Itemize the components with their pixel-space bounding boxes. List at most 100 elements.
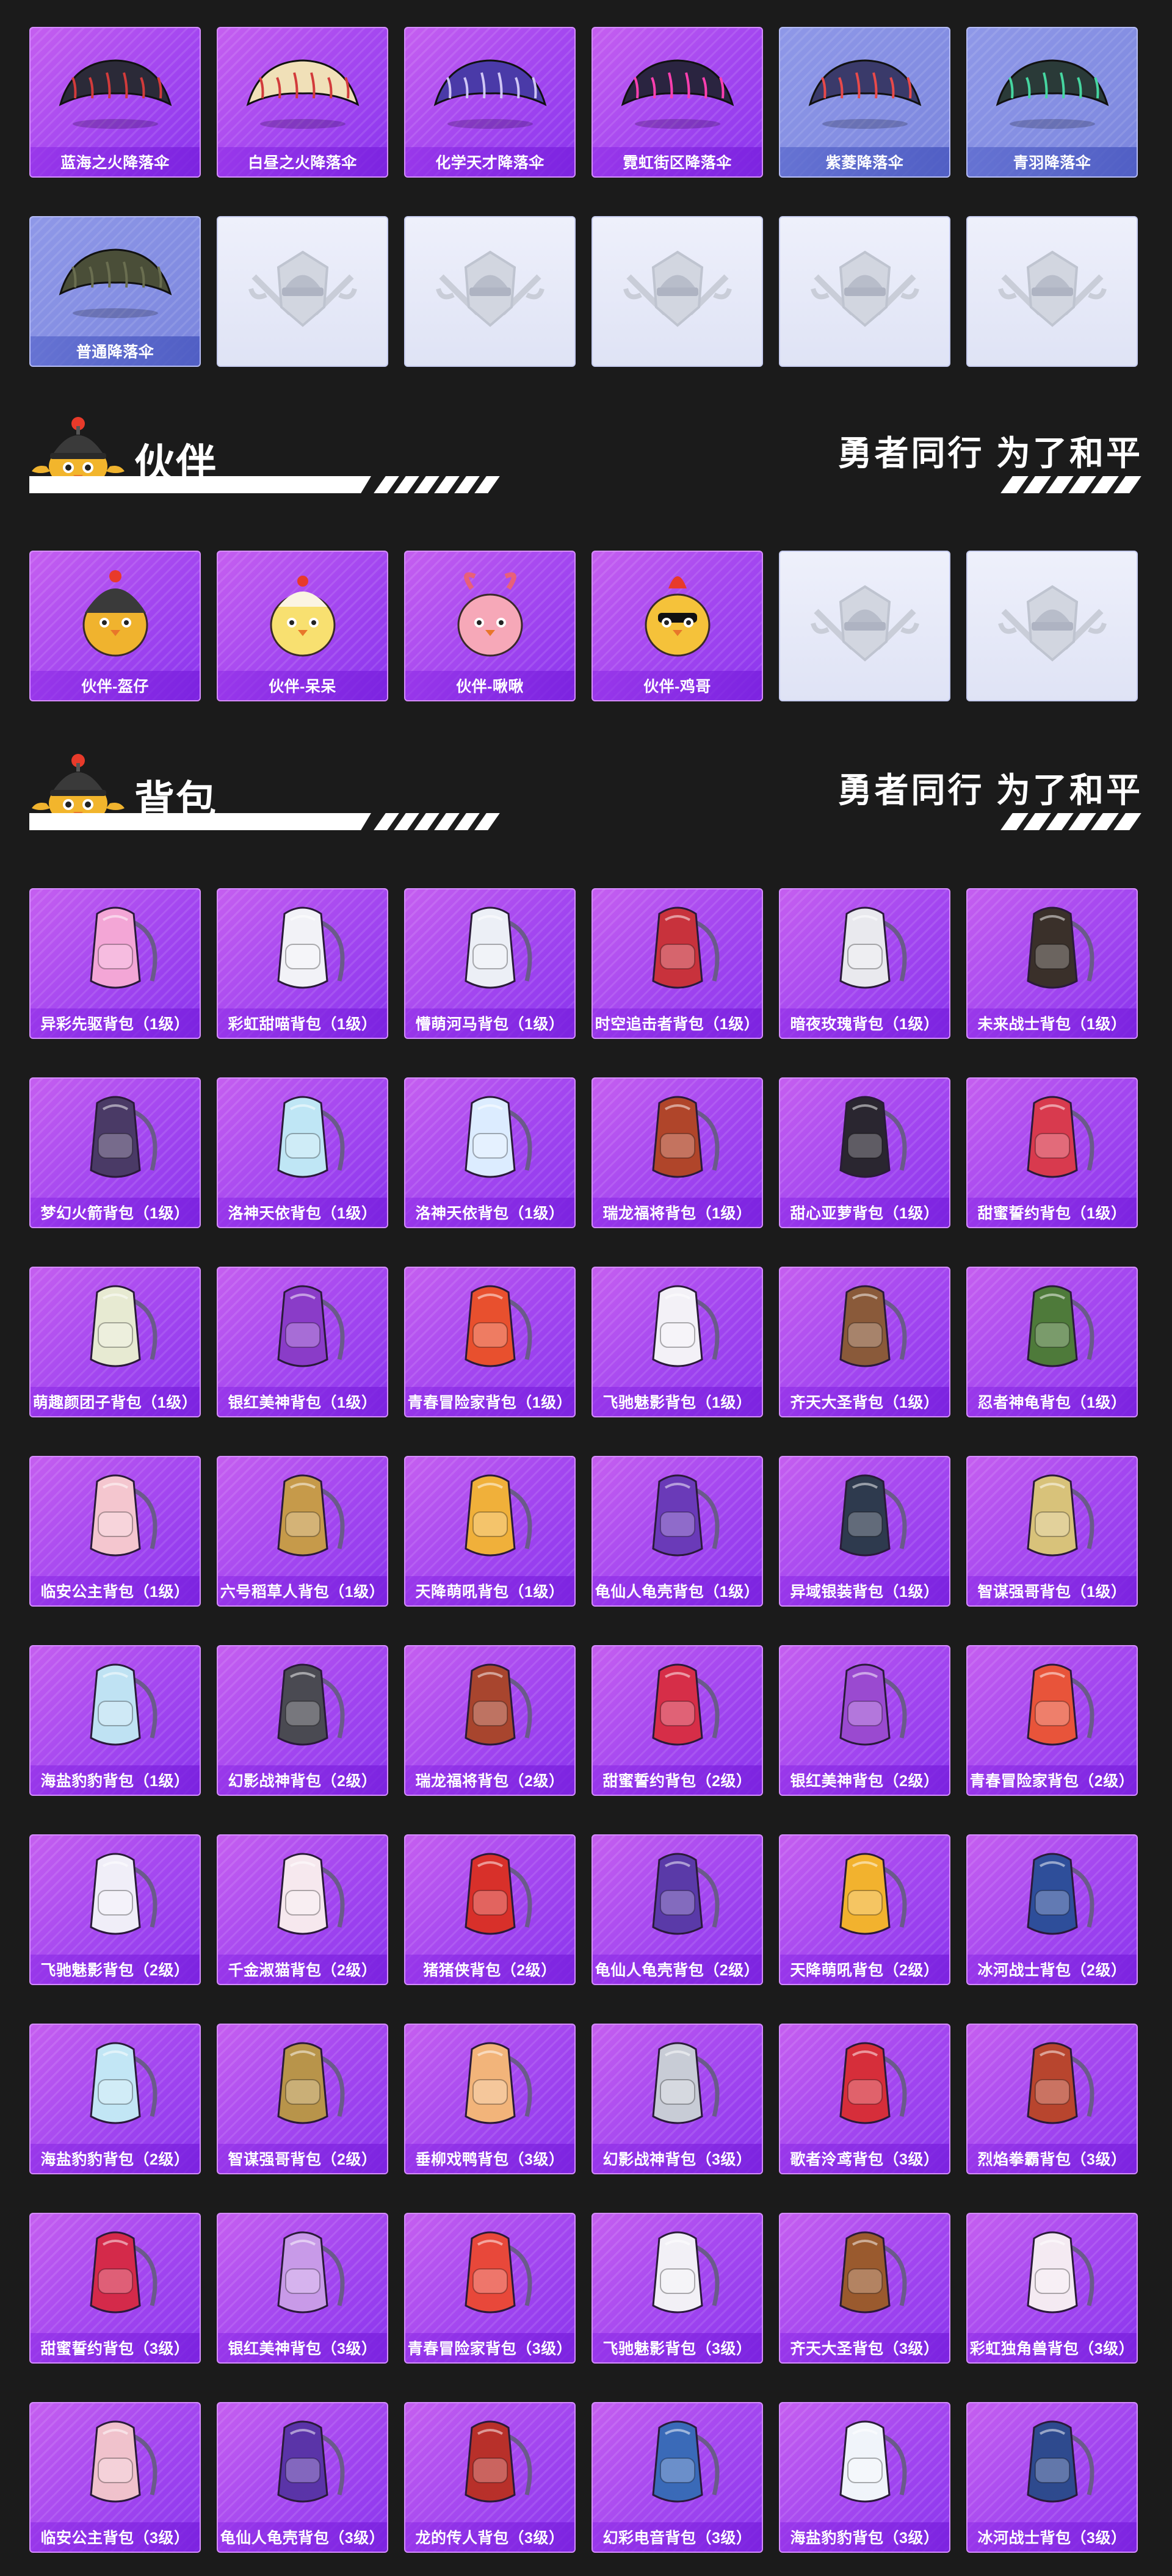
backpack-card-label: 萌趣颜团子背包（1级） <box>31 1387 200 1416</box>
backpack-card[interactable]: 彩虹甜喵背包（1级） <box>217 888 388 1039</box>
companion-card[interactable]: 伙伴-鸡哥 <box>591 551 763 701</box>
backpack-card[interactable]: 时空追击者背包（1级） <box>591 888 763 1039</box>
parachute-card[interactable] <box>966 216 1138 367</box>
backpack-card[interactable]: 瑞龙福将背包（2级） <box>404 1645 576 1796</box>
backpack-card[interactable]: 智谋强哥背包（2级） <box>217 2024 388 2174</box>
backpack-card[interactable]: 六号稻草人背包（1级） <box>217 1456 388 1607</box>
backpack-card[interactable]: 天降萌吼背包（1级） <box>404 1456 576 1607</box>
backpack-card[interactable]: 海盐豹豹背包（1级） <box>29 1645 201 1796</box>
parachute-card[interactable]: 霓虹街区降落伞 <box>591 27 763 178</box>
backpack-card[interactable]: 甜蜜誓约背包（3级） <box>29 2213 201 2364</box>
section-slogan: 勇者同行 为了和平 <box>837 771 1143 809</box>
backpack-card[interactable]: 临安公主背包（3级） <box>29 2402 201 2553</box>
backpack-card[interactable]: 齐天大圣背包（1级） <box>779 1267 950 1417</box>
backpack-card[interactable]: 冰河战士背包（3级） <box>966 2402 1138 2553</box>
backpack-card[interactable]: 龟仙人龟壳背包（3级） <box>217 2402 388 2553</box>
backpack-icon <box>277 2231 344 2313</box>
backpack-icon <box>277 1096 344 1178</box>
backpack-card[interactable]: 异域银装背包（1级） <box>779 1456 950 1607</box>
backpack-card[interactable]: 龙的传人背包（3级） <box>404 2402 576 2553</box>
parachute-card[interactable]: 化学天才降落伞 <box>404 27 576 178</box>
backpack-card[interactable]: 海盐豹豹背包（3级） <box>779 2402 950 2553</box>
backpack-card[interactable]: 银红美神背包（2级） <box>779 1645 950 1796</box>
backpack-card[interactable]: 歌者泠鸢背包（3级） <box>779 2024 950 2174</box>
parachute-card[interactable]: 紫菱降落伞 <box>779 27 950 178</box>
backpack-card[interactable]: 飞驰魅影背包（2级） <box>29 1834 201 1985</box>
backpack-card[interactable]: 猪猪侠背包（2级） <box>404 1834 576 1985</box>
backpack-card[interactable]: 飞驰魅影背包（3级） <box>591 2213 763 2364</box>
backpack-card[interactable]: 临安公主背包（1级） <box>29 1456 201 1607</box>
backpack-icon <box>651 1096 719 1178</box>
backpack-card[interactable]: 暗夜玫瑰背包（1级） <box>779 888 950 1039</box>
backpack-card[interactable]: 垂柳戏鸭背包（3级） <box>404 2024 576 2174</box>
backpack-card[interactable]: 未来战士背包（1级） <box>966 888 1138 1039</box>
backpack-icon <box>89 2042 157 2124</box>
backpack-card[interactable]: 青春冒险家背包（3级） <box>404 2213 576 2364</box>
parachute-card[interactable]: 白昼之火降落伞 <box>217 27 388 178</box>
parachute-card[interactable] <box>404 216 576 367</box>
companion-card[interactable]: 伙伴-盔仔 <box>29 551 201 701</box>
backpack-card[interactable]: 银红美神背包（1级） <box>217 1267 388 1417</box>
backpack-icon <box>464 1663 532 1745</box>
backpack-card-label: 彩虹甜喵背包（1级） <box>218 1008 387 1038</box>
backpack-icon <box>839 1285 906 1367</box>
backpack-card[interactable]: 冰河战士背包（2级） <box>966 1834 1138 1985</box>
backpack-card[interactable]: 洛神天依背包（1级） <box>404 1077 576 1228</box>
backpack-card[interactable]: 梦幻火箭背包（1级） <box>29 1077 201 1228</box>
backpack-card[interactable]: 龟仙人龟壳背包（2级） <box>591 1834 763 1985</box>
parachute-card[interactable]: 青羽降落伞 <box>966 27 1138 178</box>
companion-card[interactable]: 伙伴-啾啾 <box>404 551 576 701</box>
backpack-card[interactable]: 甜心亚萝背包（1级） <box>779 1077 950 1228</box>
parachute-dark-red-icon <box>59 59 172 129</box>
backpack-icon <box>839 1853 906 1934</box>
parachute-neon-icon <box>621 59 734 129</box>
pubg-emblem-placeholder-icon <box>623 250 732 327</box>
backpack-card[interactable]: 萌趣颜团子背包（1级） <box>29 1267 201 1417</box>
backpack-card-label: 银红美神背包（3级） <box>218 2333 387 2362</box>
header-decor-stripes <box>1000 813 1141 830</box>
backpack-card[interactable]: 齐天大圣背包（3级） <box>779 2213 950 2364</box>
backpack-card[interactable]: 海盐豹豹背包（2级） <box>29 2024 201 2174</box>
backpack-card-label: 齐天大圣背包（1级） <box>780 1387 949 1416</box>
backpack-icon <box>651 1285 719 1367</box>
backpack-card-label: 忍者神龟背包（1级） <box>968 1387 1137 1416</box>
backpack-card[interactable]: 彩虹独角兽背包（3级） <box>966 2213 1138 2364</box>
parachute-card[interactable]: 普通降落伞 <box>29 216 201 367</box>
parachute-card[interactable] <box>217 216 388 367</box>
backpack-card[interactable]: 龟仙人龟壳背包（1级） <box>591 1456 763 1607</box>
backpack-card[interactable]: 异彩先驱背包（1级） <box>29 888 201 1039</box>
companion-card[interactable] <box>779 551 950 701</box>
backpack-card[interactable]: 懵萌河马背包（1级） <box>404 888 576 1039</box>
backpack-card[interactable]: 幻影战神背包（2级） <box>217 1645 388 1796</box>
backpack-card-label: 幻彩电音背包（3级） <box>593 2522 762 2552</box>
backpack-card[interactable]: 甜蜜誓约背包（2级） <box>591 1645 763 1796</box>
backpack-card-label: 飞驰魅影背包（2级） <box>31 1955 200 1984</box>
backpack-card[interactable]: 飞驰魅影背包（1级） <box>591 1267 763 1417</box>
backpack-card[interactable]: 天降萌吼背包（2级） <box>779 1834 950 1985</box>
backpack-card-label: 梦幻火箭背包（1级） <box>31 1198 200 1227</box>
backpack-card[interactable]: 青春冒险家背包（2级） <box>966 1645 1138 1796</box>
backpack-card[interactable]: 瑞龙福将背包（1级） <box>591 1077 763 1228</box>
companion-card-label: 伙伴-盔仔 <box>31 671 200 700</box>
header-decor-stripes <box>1000 476 1141 493</box>
backpack-icon <box>464 1096 532 1178</box>
parachute-card-label: 普通降落伞 <box>31 336 200 366</box>
companion-card[interactable]: 伙伴-呆呆 <box>217 551 388 701</box>
parachute-card[interactable]: 蓝海之火降落伞 <box>29 27 201 178</box>
backpack-card[interactable]: 青春冒险家背包（1级） <box>404 1267 576 1417</box>
backpack-card[interactable]: 忍者神龟背包（1级） <box>966 1267 1138 1417</box>
backpack-card[interactable]: 烈焰拳霸背包（3级） <box>966 2024 1138 2174</box>
parachute-card[interactable] <box>591 216 763 367</box>
backpack-card[interactable]: 甜蜜誓约背包（1级） <box>966 1077 1138 1228</box>
parachute-card[interactable] <box>779 216 950 367</box>
backpack-card[interactable]: 幻彩电音背包（3级） <box>591 2402 763 2553</box>
backpack-card[interactable]: 幻影战神背包（3级） <box>591 2024 763 2174</box>
backpack-grid: 异彩先驱背包（1级） 彩虹甜喵背包（1级） 懵萌河马背包（1级） 时空追击者背包（1级… <box>29 888 1138 2553</box>
companion-card[interactable] <box>966 551 1138 701</box>
backpack-card[interactable]: 智谋强哥背包（1级） <box>966 1456 1138 1607</box>
backpack-card[interactable]: 千金淑猫背包（2级） <box>217 1834 388 1985</box>
backpack-card[interactable]: 银红美神背包（3级） <box>217 2213 388 2364</box>
backpack-card[interactable]: 洛神天依背包（1级） <box>217 1077 388 1228</box>
parachute-card-label: 蓝海之火降落伞 <box>31 147 200 176</box>
backpack-card-label: 幻影战神背包（3级） <box>593 2144 762 2173</box>
